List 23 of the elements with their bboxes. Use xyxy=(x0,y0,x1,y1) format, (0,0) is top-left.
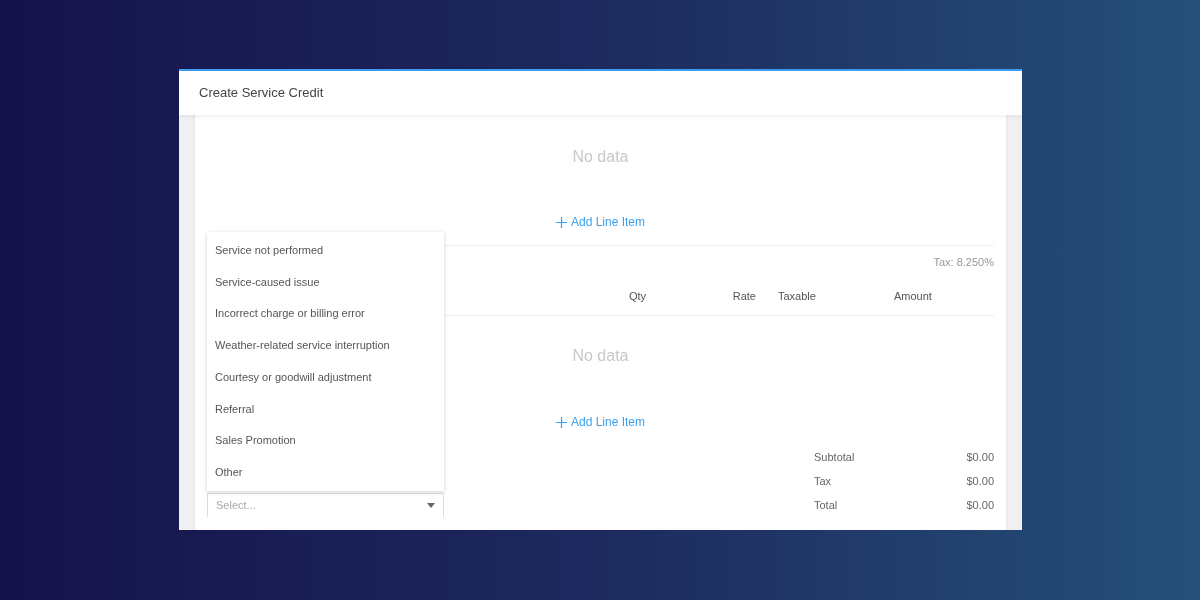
column-header: Taxable xyxy=(778,289,816,305)
dropdown-option[interactable]: Referral xyxy=(207,392,444,425)
dialog-title: Create Service Credit xyxy=(199,84,324,103)
dropdown-option[interactable]: Incorrect charge or billing error xyxy=(207,297,444,330)
dropdown-option[interactable]: Courtesy or goodwill adjustment xyxy=(207,361,444,393)
plus-icon xyxy=(555,416,567,428)
dropdown-option[interactable]: Sales Promotion xyxy=(207,424,444,457)
tax-rate: Tax: 8.250% xyxy=(933,254,994,270)
plus-icon xyxy=(555,216,567,228)
total-value: $0.00 xyxy=(966,449,994,465)
dropdown-option[interactable]: Service-caused issue xyxy=(207,266,444,298)
column-header: Amount xyxy=(894,289,932,305)
total-value: $0.00 xyxy=(966,497,994,513)
column-header: Rate xyxy=(732,289,756,305)
caret-icon xyxy=(427,503,435,508)
total-label: Tax xyxy=(814,473,832,489)
dropdown-option[interactable]: Weather-related service interruption xyxy=(207,329,444,362)
total-label: Total xyxy=(814,497,838,513)
total-value: $0.00 xyxy=(966,473,994,489)
dropdown-option[interactable]: Other xyxy=(207,456,444,488)
total-label: Subtotal xyxy=(814,449,855,465)
dropdown-option[interactable]: Service not performed xyxy=(207,234,444,267)
column-header: Qty xyxy=(628,289,646,305)
